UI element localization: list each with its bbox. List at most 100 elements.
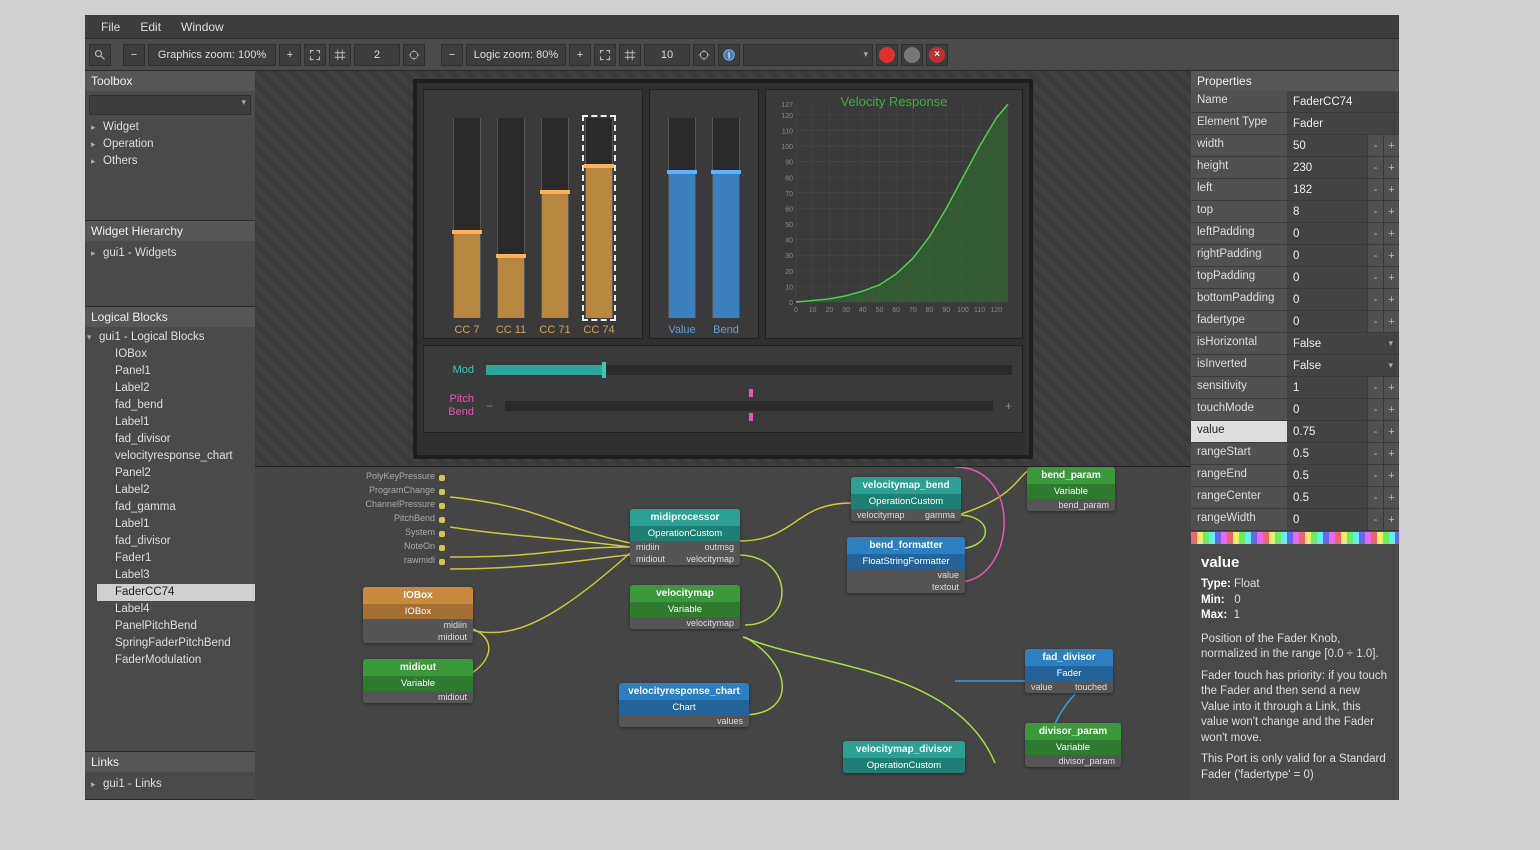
fit-icon[interactable] [304,44,326,66]
prop-decrement[interactable]: - [1367,377,1383,398]
grid-icon[interactable] [329,44,351,66]
node-fad-divisor[interactable]: fad_divisorFader valuetouched [1025,649,1113,693]
prop-value[interactable]: 1 [1287,377,1367,398]
logical-item[interactable]: Label2 [97,482,255,499]
prop-increment[interactable]: + [1383,289,1399,310]
logical-item[interactable]: SpringFaderPitchBend [97,635,255,652]
prop-value[interactable]: 230 [1287,157,1367,178]
gzoom-minus-button[interactable]: − [123,44,145,66]
toolbox-item[interactable]: Operation [89,136,251,153]
node-velocitymap[interactable]: velocitymapVariable velocitymap [630,585,740,629]
logical-item[interactable]: fad_gamma [97,499,255,516]
fit-logic-icon[interactable] [594,44,616,66]
prop-increment[interactable]: + [1383,311,1399,332]
prop-value[interactable]: 0 [1287,245,1367,266]
prop-decrement[interactable]: - [1367,157,1383,178]
prop-value[interactable]: 0 [1287,311,1367,332]
toolbox-filter-combo[interactable] [89,95,251,115]
prop-increment[interactable]: + [1383,245,1399,266]
toolbox-item[interactable]: Others [89,153,251,170]
node-iobox[interactable]: IOBoxIOBox midiin midiout [363,587,473,643]
prop-value[interactable]: 0.5 [1287,443,1367,464]
toolbox-item[interactable]: Widget [89,119,251,136]
prop-value[interactable]: 0.5 [1287,465,1367,486]
logical-item[interactable]: FaderModulation [97,652,255,669]
node-velocitymap-bend[interactable]: velocitymap_bendOperationCustom velocity… [851,477,961,521]
prop-value[interactable]: 50 [1287,135,1367,156]
prop-decrement[interactable]: - [1367,399,1383,420]
prop-decrement[interactable]: - [1367,201,1383,222]
prop-decrement[interactable]: - [1367,465,1383,486]
prop-value[interactable]: 182 [1287,179,1367,200]
prop-increment[interactable]: + [1383,487,1399,508]
delete-button[interactable]: × [926,44,948,66]
node-bend-param[interactable]: bend_paramVariable bend_param [1027,467,1115,511]
prop-increment[interactable]: + [1383,465,1399,486]
logical-item[interactable]: Panel2 [97,465,255,482]
prop-decrement[interactable]: - [1367,267,1383,288]
logical-item[interactable]: Panel1 [97,363,255,380]
menu-file[interactable]: File [91,20,130,34]
prop-value[interactable]: Fader [1287,113,1399,134]
logical-root[interactable]: gui1 - Logical Blocks [85,329,255,346]
prop-decrement[interactable]: - [1367,223,1383,244]
prop-increment[interactable]: + [1383,421,1399,442]
prop-increment[interactable]: + [1383,399,1399,420]
logical-item[interactable]: IOBox [97,346,255,363]
node-midiprocessor[interactable]: midiprocessorOperationCustom midiinoutms… [630,509,740,565]
prop-decrement[interactable]: - [1367,289,1383,310]
prop-decrement[interactable]: - [1367,245,1383,266]
logical-item[interactable]: FaderCC74 [97,584,255,601]
logical-item[interactable]: velocityresponse_chart [97,448,255,465]
logical-item[interactable]: Label4 [97,601,255,618]
prop-increment[interactable]: + [1383,509,1399,530]
prop-value[interactable]: 8 [1287,201,1367,222]
mod-slider[interactable] [486,365,1012,375]
logical-item[interactable]: Label1 [97,414,255,431]
target-logic-icon[interactable] [693,44,715,66]
hierarchy-root[interactable]: gui1 - Widgets [89,245,251,262]
lzoom-minus-button[interactable]: − [441,44,463,66]
graphics-zoom-field[interactable]: Graphics zoom: 100% [148,44,276,66]
links-root[interactable]: gui1 - Links [89,776,251,793]
prop-decrement[interactable]: - [1367,179,1383,200]
prop-increment[interactable]: + [1383,179,1399,200]
gzoom-plus-button[interactable]: + [279,44,301,66]
prop-decrement[interactable]: - [1367,135,1383,156]
canvas[interactable]: CC 7 CC 11 CC 71 CC 74 Value Bend Veloci… [255,71,1191,800]
prop-increment[interactable]: + [1383,135,1399,156]
prop-value-combo[interactable]: False [1287,355,1399,376]
node-velocityresponse-chart[interactable]: velocityresponse_chartChart values [619,683,749,727]
prop-value[interactable]: 0.5 [1287,487,1367,508]
toolbar-combo[interactable] [743,44,873,66]
prop-increment[interactable]: + [1383,443,1399,464]
prop-increment[interactable]: + [1383,377,1399,398]
prop-decrement[interactable]: - [1367,509,1383,530]
logic-zoom-field[interactable]: Logic zoom: 80% [466,44,566,66]
grid-logic-icon[interactable] [619,44,641,66]
graphics-grid-step[interactable]: 2 [354,44,400,66]
logical-item[interactable]: Label3 [97,567,255,584]
prop-value[interactable]: 0 [1287,223,1367,244]
logical-item[interactable]: fad_bend [97,397,255,414]
info-icon[interactable]: i [718,44,740,66]
prop-decrement[interactable]: - [1367,311,1383,332]
node-divisor-param[interactable]: divisor_paramVariable divisor_param [1025,723,1121,767]
prop-value[interactable]: 0 [1287,267,1367,288]
logical-item[interactable]: fad_divisor [97,431,255,448]
search-icon[interactable] [89,44,111,66]
prop-increment[interactable]: + [1383,201,1399,222]
pitchbend-slider[interactable] [505,401,993,411]
logical-item[interactable]: Fader1 [97,550,255,567]
logical-item[interactable]: fad_divisor [97,533,255,550]
prop-decrement[interactable]: - [1367,487,1383,508]
prop-value[interactable]: 0 [1287,399,1367,420]
record-button[interactable] [876,44,898,66]
lzoom-plus-button[interactable]: + [569,44,591,66]
prop-decrement[interactable]: - [1367,421,1383,442]
prop-value[interactable]: 0 [1287,289,1367,310]
node-velocitymap-divisor[interactable]: velocitymap_divisorOperationCustom [843,741,965,773]
menu-window[interactable]: Window [171,20,234,34]
prop-increment[interactable]: + [1383,267,1399,288]
logical-item[interactable]: PanelPitchBend [97,618,255,635]
